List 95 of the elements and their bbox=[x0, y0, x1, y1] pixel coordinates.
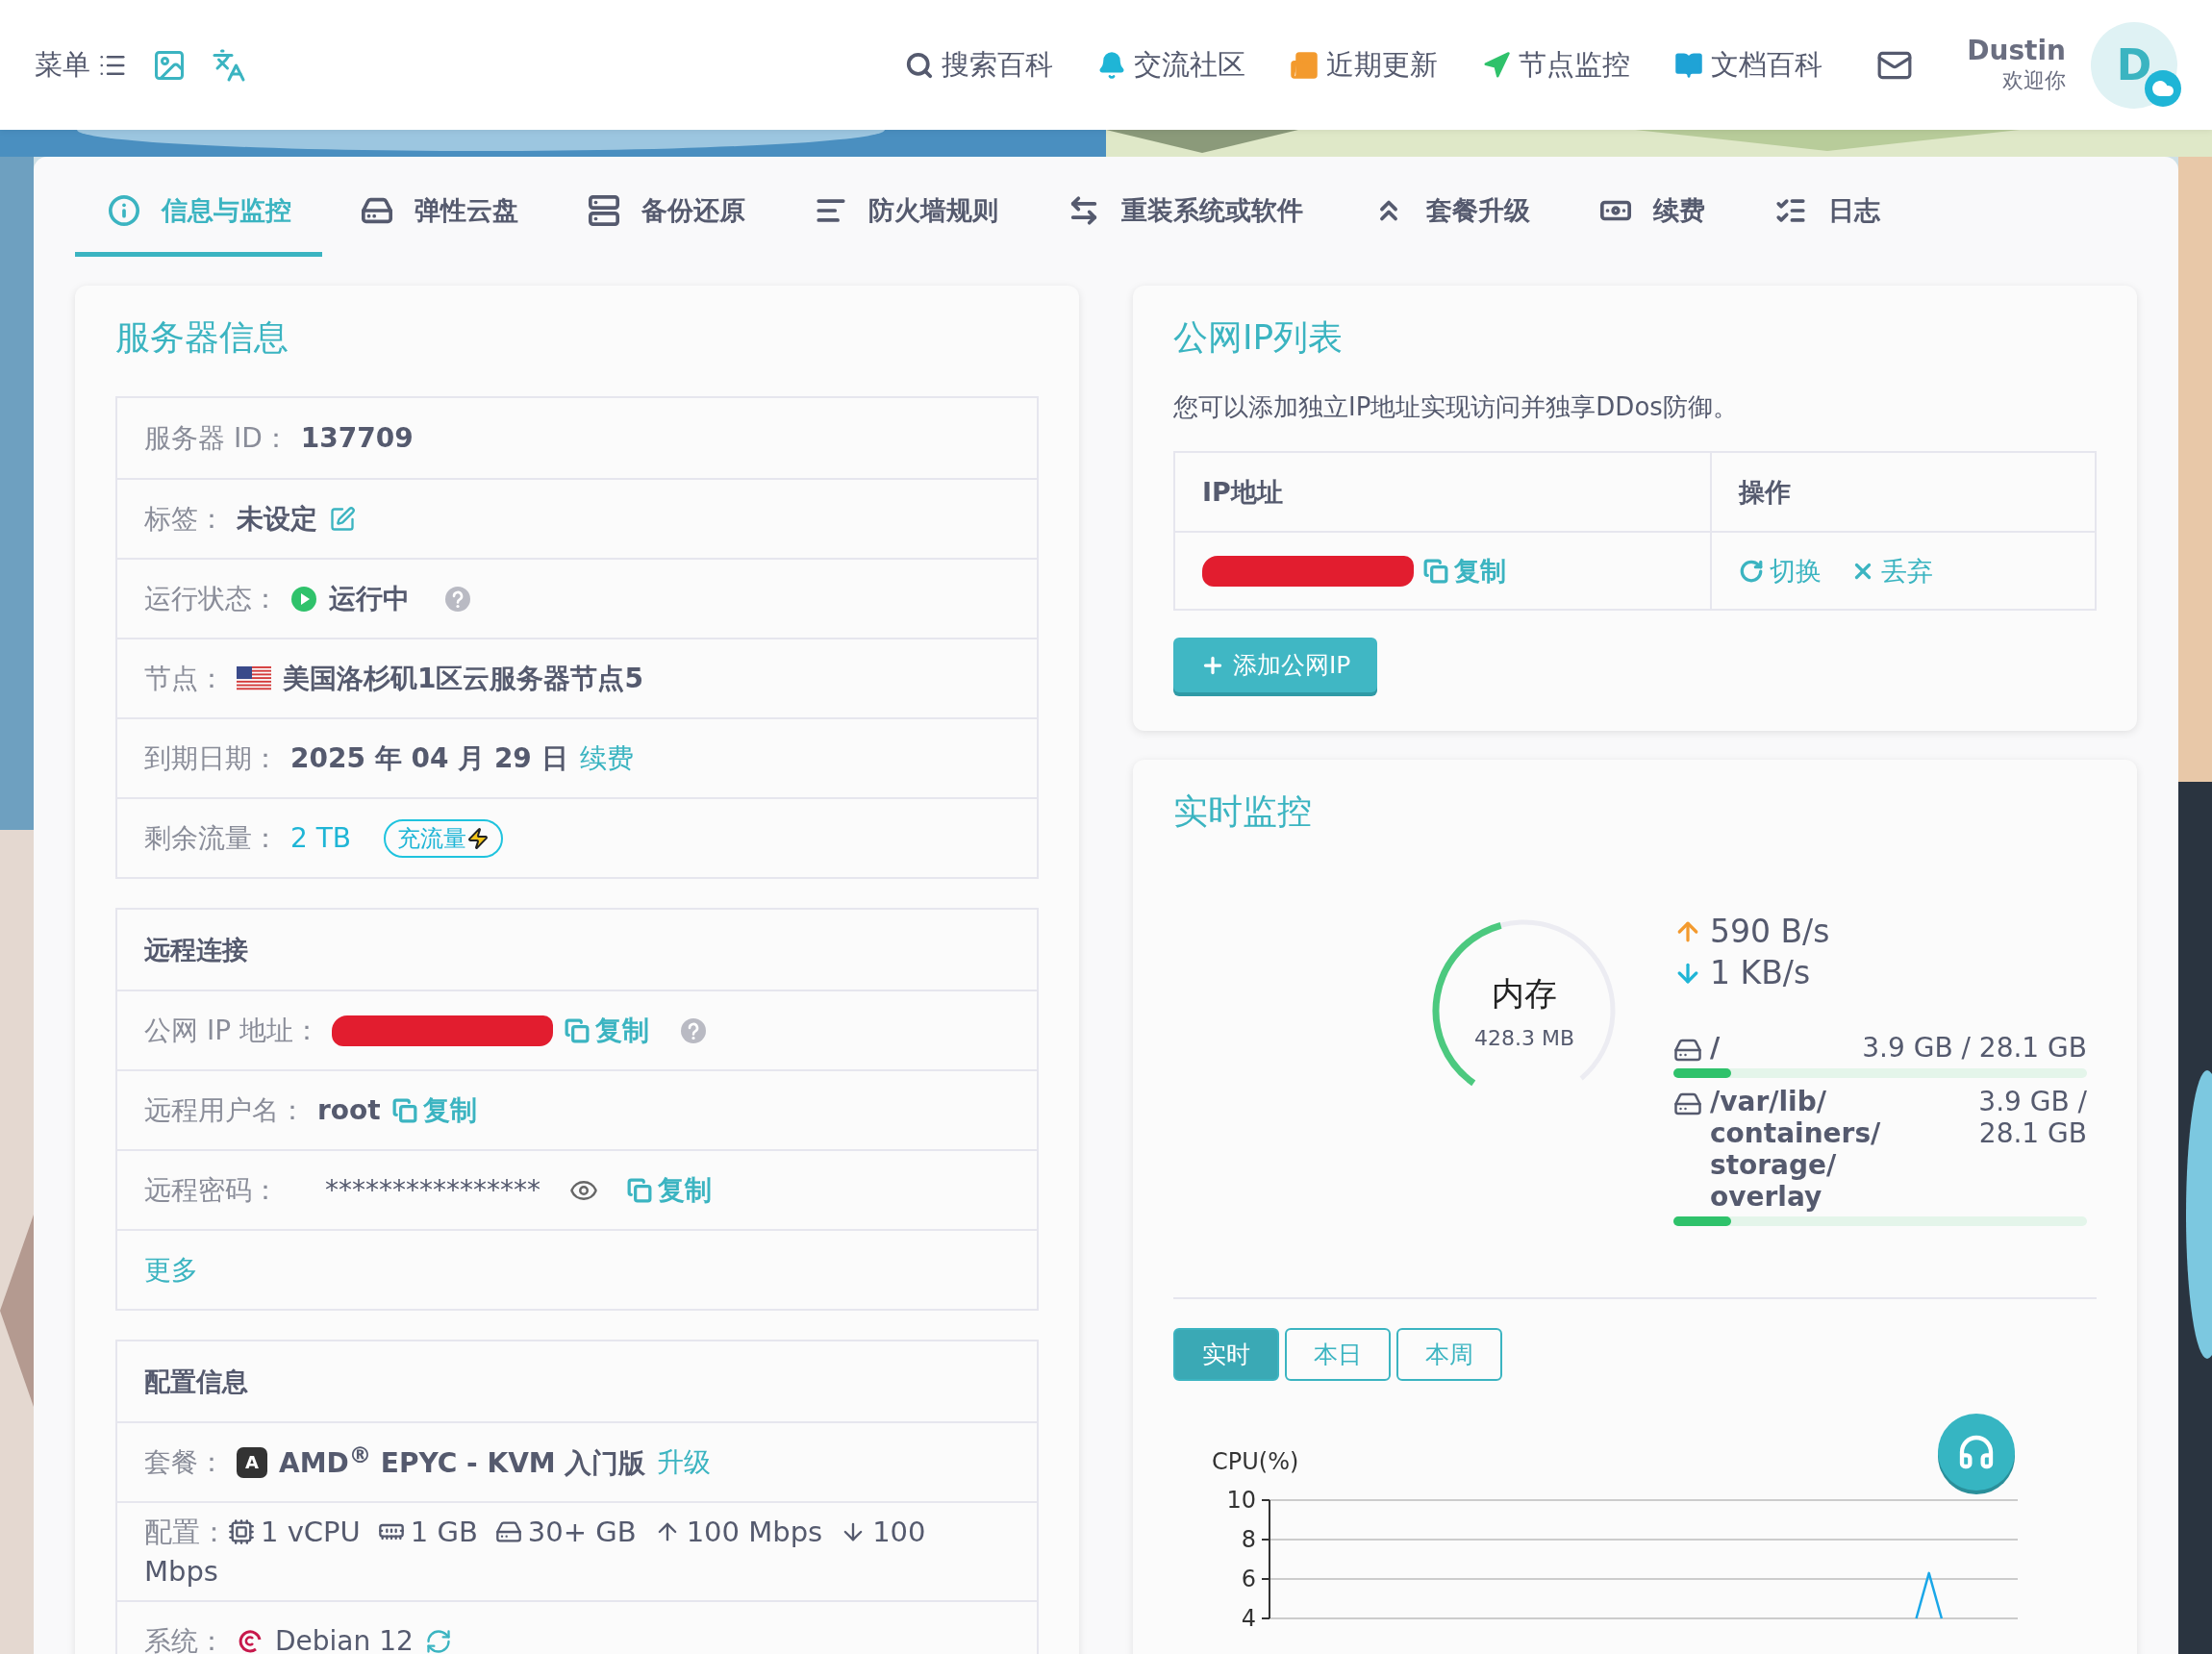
row-label: 远程用户名： bbox=[144, 1092, 306, 1128]
tab[interactable]: 防火墙规则 bbox=[782, 168, 1029, 257]
row-value: 美国洛杉矶1区云服务器节点5 bbox=[283, 661, 643, 696]
tab[interactable]: 弹性云盘 bbox=[328, 168, 549, 257]
tab[interactable]: 续费 bbox=[1567, 168, 1736, 257]
disk-usage: 3.9 GB / 28.1 GB bbox=[1862, 1032, 2087, 1065]
flag-icon bbox=[237, 665, 271, 691]
nav-link[interactable]: 近期更新 bbox=[1290, 45, 1439, 85]
row-label: 节点： bbox=[144, 661, 225, 696]
discard-link[interactable]: 丢弃 bbox=[1850, 553, 1933, 589]
range-button[interactable]: 实时 bbox=[1173, 1328, 1279, 1381]
tab[interactable]: 信息与监控 bbox=[75, 168, 322, 257]
server-icon bbox=[588, 193, 620, 227]
description: 您可以添加独立IP地址实现访问并独享DDos防御。 bbox=[1173, 391, 1739, 423]
row-label: 系统： bbox=[144, 1623, 225, 1654]
tick-label: 8 bbox=[1241, 1526, 1256, 1553]
panel-title: 公网IP列表 bbox=[1173, 316, 1345, 359]
spec-text: 配置： 1 vCPU 1 GB 30+ GB 100 Mbps 100 Mbps bbox=[144, 1515, 927, 1590]
copy-link[interactable]: 复制 bbox=[391, 1091, 477, 1129]
status-text: 运行中 bbox=[329, 581, 410, 616]
cpu-icon bbox=[228, 1518, 255, 1545]
nav-link[interactable]: 搜索百科 bbox=[905, 45, 1054, 85]
disk-path: / bbox=[1710, 1032, 1721, 1064]
row-label: 服务器 ID： bbox=[144, 420, 289, 456]
tick-label: 4 bbox=[1241, 1605, 1256, 1632]
nav-link[interactable]: 交流社区 bbox=[1097, 45, 1246, 85]
row-value: 137709 bbox=[300, 422, 414, 454]
row-label: 标签： bbox=[144, 501, 225, 537]
row-value: 2025 年 04 月 29 日 bbox=[290, 740, 568, 776]
gauge-label: 内存 bbox=[1492, 972, 1557, 1015]
row-value: root bbox=[317, 1094, 381, 1126]
cpu-line bbox=[1915, 1571, 1944, 1619]
row-label: 运行状态： bbox=[144, 581, 279, 616]
tick-label: 10 bbox=[1226, 1487, 1256, 1514]
row-value: Debian 12 bbox=[275, 1625, 414, 1654]
copy-link[interactable]: 复制 bbox=[564, 1012, 649, 1049]
disk-usage: 3.9 GB / 28.1 GB bbox=[1977, 1086, 2087, 1151]
plan-badge: A bbox=[237, 1446, 267, 1478]
tab[interactable]: 备份还原 bbox=[555, 168, 776, 257]
column-header: 操作 bbox=[1739, 475, 1791, 509]
newspaper-icon bbox=[1290, 50, 1320, 80]
tick-label: 6 bbox=[1241, 1566, 1256, 1592]
plan-name: AMD$^{®}$ EPYC - KVM 入门版 bbox=[279, 1441, 646, 1482]
row-value: 2 TB bbox=[290, 822, 352, 854]
row-label: 剩余流量： bbox=[144, 820, 279, 856]
copy-icon bbox=[564, 1017, 590, 1043]
copy-link[interactable]: 复制 bbox=[627, 1171, 712, 1209]
copy-icon bbox=[1423, 558, 1448, 584]
tab[interactable]: 日志 bbox=[1742, 168, 1911, 257]
download-rate: 1 KB/s bbox=[1710, 954, 1811, 991]
refresh-icon bbox=[1739, 558, 1764, 584]
edit-icon[interactable] bbox=[329, 505, 356, 533]
info-icon bbox=[108, 193, 140, 227]
row-value: 未设定 bbox=[237, 501, 317, 537]
range-button[interactable]: 本日 bbox=[1285, 1328, 1391, 1381]
help-icon bbox=[679, 1016, 707, 1044]
renew-link[interactable]: 续费 bbox=[579, 739, 634, 777]
refresh-icon[interactable] bbox=[424, 1627, 452, 1654]
navigation-icon bbox=[1482, 50, 1512, 80]
switch-link[interactable]: 切换 bbox=[1739, 553, 1822, 589]
panel-title: 服务器信息 bbox=[115, 316, 289, 359]
translate-icon[interactable] bbox=[212, 47, 246, 83]
recharge-button[interactable]: 充流量 bbox=[384, 818, 504, 858]
copy-link[interactable]: 复制 bbox=[1423, 553, 1506, 589]
upgrade-link[interactable]: 升级 bbox=[657, 1443, 712, 1481]
headset-icon bbox=[1957, 1433, 1996, 1471]
nav-link[interactable]: 节点监控 bbox=[1482, 45, 1631, 85]
disk-path: /var/lib/containers/storage/overlay bbox=[1710, 1086, 1882, 1213]
row-label: 公网 IP 地址： bbox=[144, 1013, 320, 1048]
greeting: 欢迎你 bbox=[2002, 67, 2066, 94]
more-link[interactable]: 更多 bbox=[144, 1251, 198, 1289]
upload-rate: 590 B/s bbox=[1710, 913, 1830, 950]
panel-title: 实时监控 bbox=[1173, 790, 1313, 833]
lightning-icon bbox=[466, 826, 490, 850]
tab[interactable]: 重装系统或软件 bbox=[1035, 168, 1334, 257]
section-heading: 远程连接 bbox=[144, 933, 248, 966]
help-icon bbox=[444, 585, 471, 613]
row-label: 远程密码： bbox=[144, 1172, 279, 1208]
copy-icon bbox=[627, 1177, 652, 1203]
column-header: IP地址 bbox=[1202, 475, 1283, 509]
nav-link[interactable]: 文档百科 bbox=[1674, 45, 1823, 85]
user-name: Dustin bbox=[1967, 35, 2066, 66]
row-label: 套餐： bbox=[144, 1444, 225, 1480]
axis-title: CPU(%) bbox=[1212, 1448, 1299, 1475]
copy-icon bbox=[391, 1097, 417, 1123]
debian-icon bbox=[237, 1627, 264, 1654]
search-icon bbox=[905, 50, 935, 80]
gauge-value: 428.3 MB bbox=[1473, 1025, 1575, 1050]
menu-label[interactable]: 菜单 bbox=[35, 45, 90, 85]
section-heading: 配置信息 bbox=[144, 1365, 248, 1398]
range-button[interactable]: 本周 bbox=[1396, 1328, 1502, 1381]
password-value: **************** bbox=[325, 1174, 540, 1206]
row-label: 到期日期： bbox=[144, 740, 279, 776]
tab[interactable]: 套餐升级 bbox=[1340, 168, 1561, 257]
play-icon bbox=[290, 585, 317, 613]
